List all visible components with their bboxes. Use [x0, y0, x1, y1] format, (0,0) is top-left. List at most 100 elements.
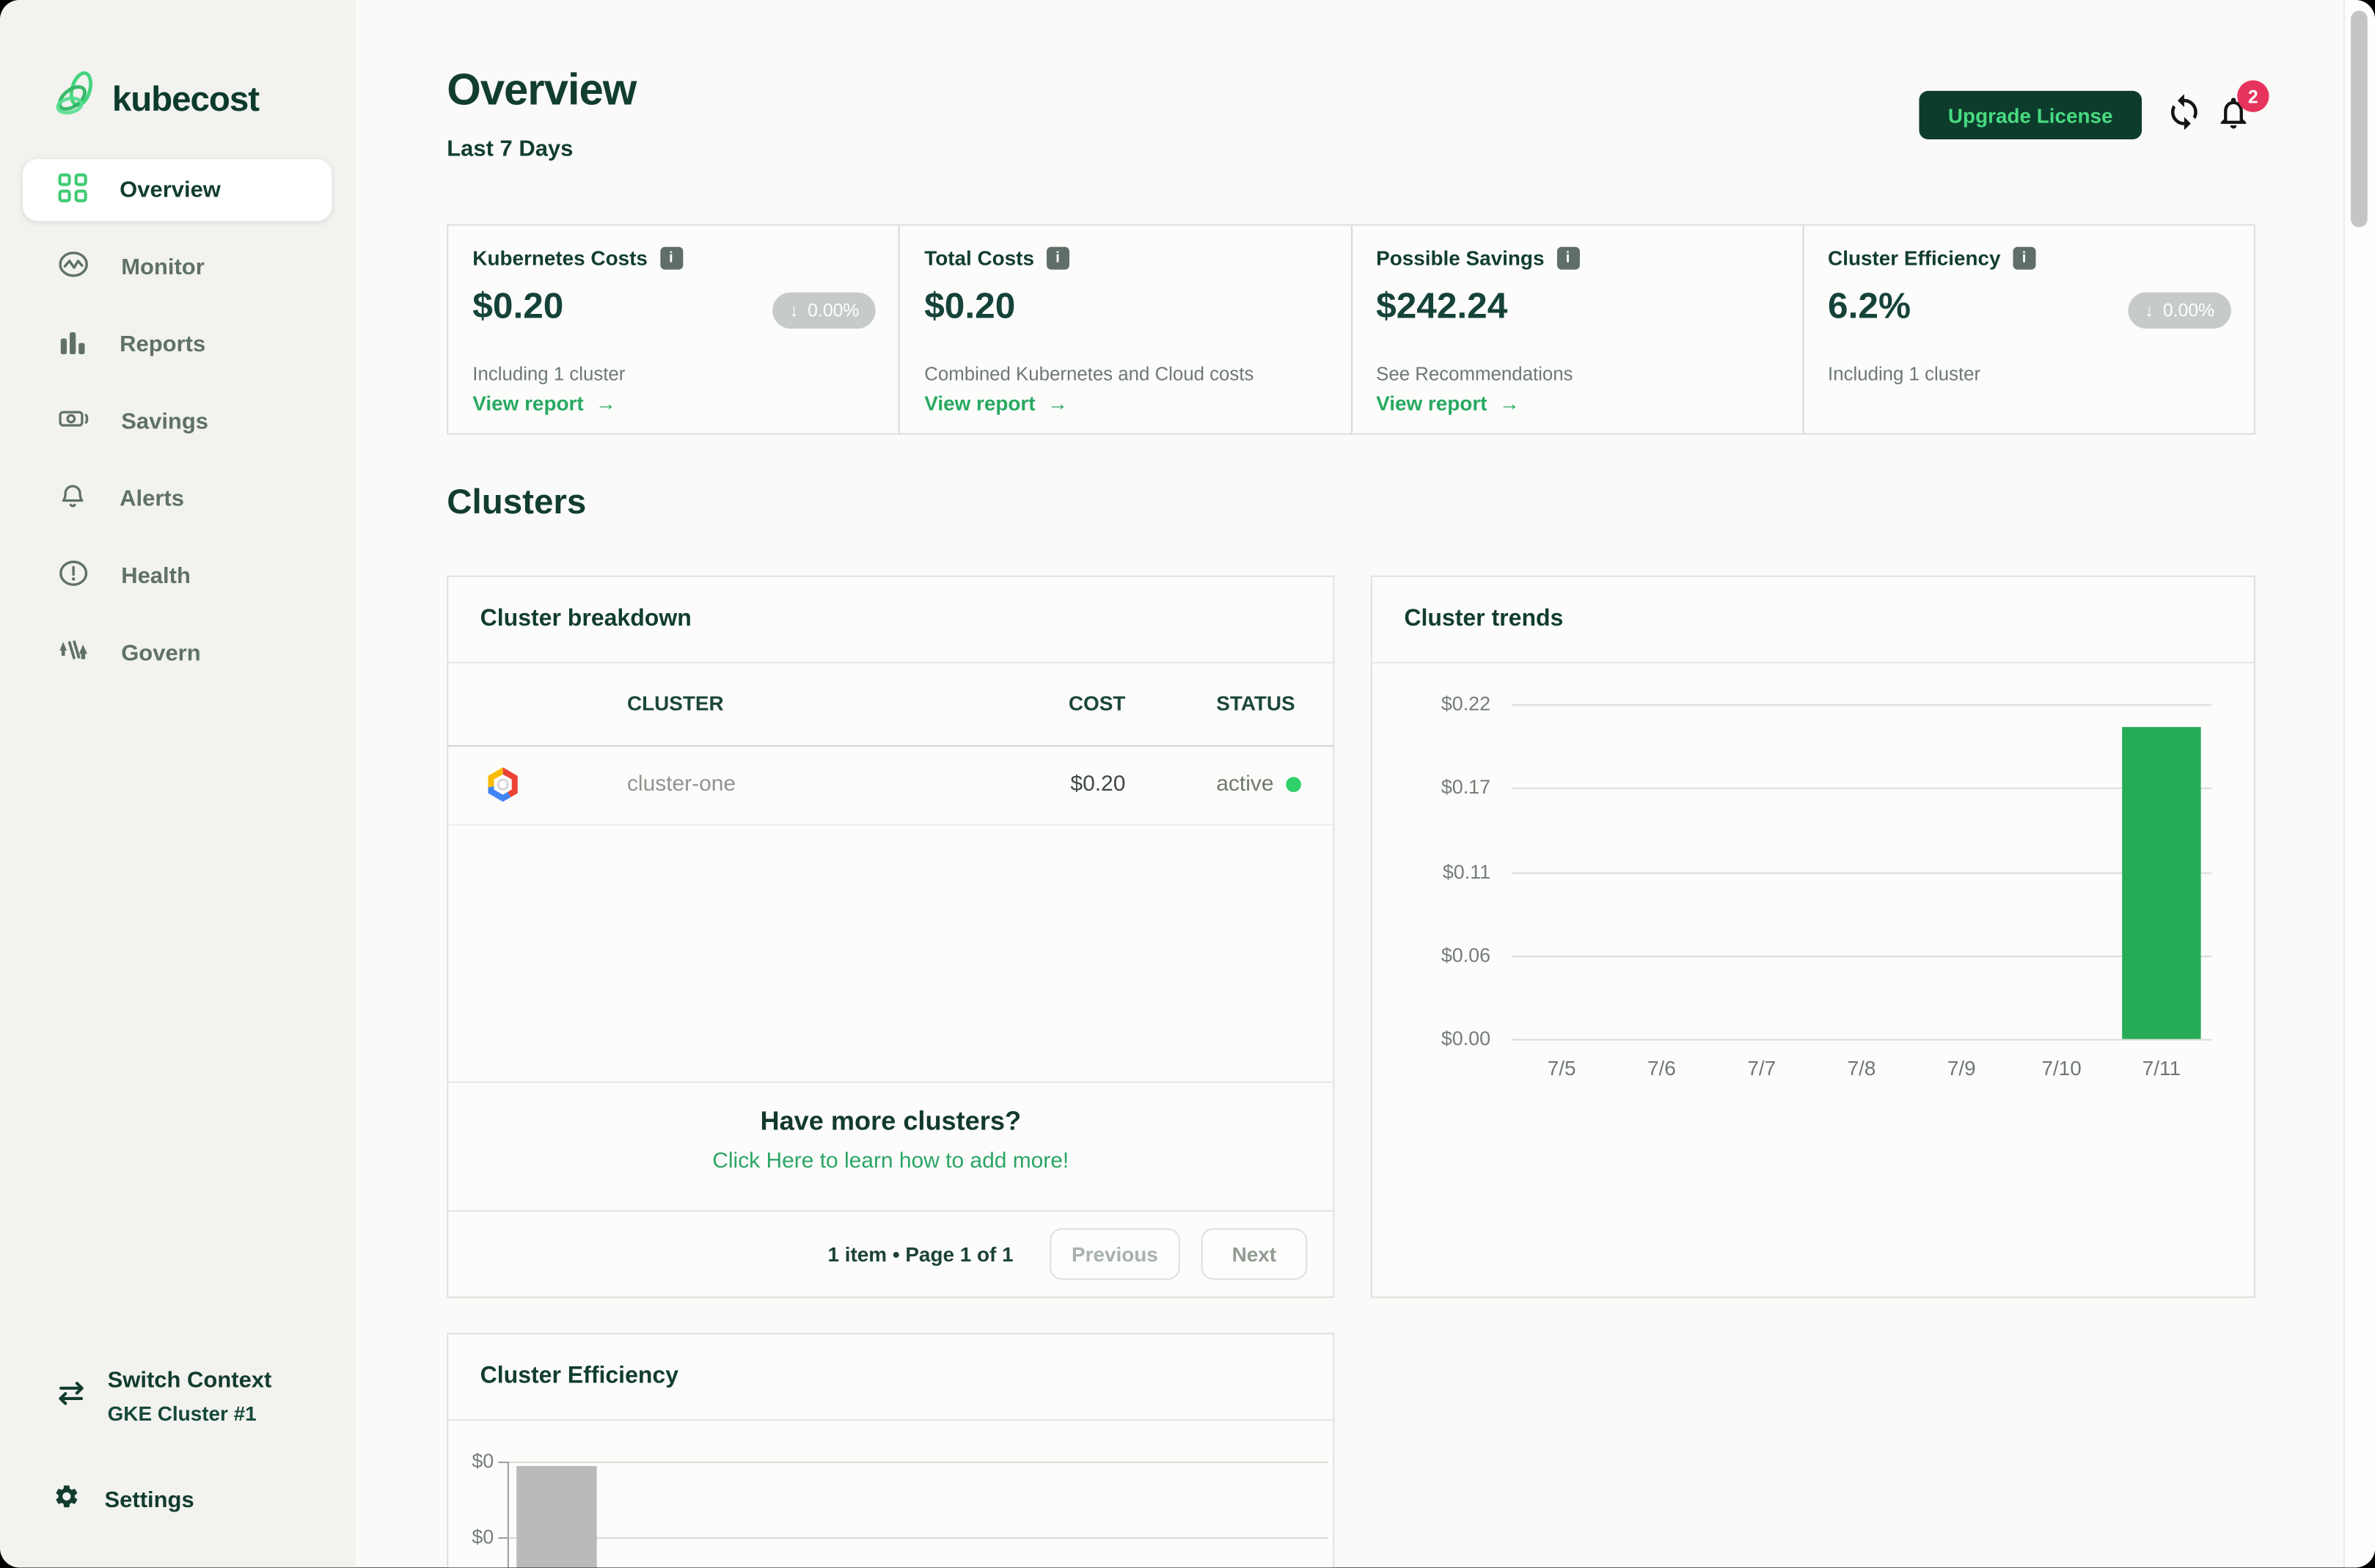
- sidebar-item-monitor[interactable]: Monitor: [23, 236, 332, 298]
- previous-page-button[interactable]: Previous: [1050, 1228, 1180, 1281]
- grid-icon: [57, 172, 87, 208]
- upgrade-license-button[interactable]: Upgrade License: [1919, 90, 2142, 139]
- status-active-dot: [1286, 777, 1301, 793]
- stat-card-total-costs: Total Costs i $0.20 Combined Kubernetes …: [899, 225, 1350, 433]
- kubecost-logo-icon: [54, 70, 100, 129]
- bell-icon: [57, 480, 87, 519]
- kubecost-logo[interactable]: kubecost: [54, 70, 260, 129]
- cluster-status-cell: active: [1216, 772, 1301, 796]
- next-page-button[interactable]: Next: [1201, 1228, 1308, 1281]
- sidebar-item-label: Monitor: [121, 254, 205, 281]
- sidebar-item-alerts[interactable]: Alerts: [23, 468, 332, 530]
- x-axis-tick-label: 7/10: [2041, 1057, 2082, 1080]
- stat-card-possible-savings: Possible Savings i $242.24 See Recommend…: [1350, 225, 1802, 433]
- gridline: [1511, 704, 2212, 706]
- add-clusters-prompt: Have more clusters? Click Here to learn …: [448, 1081, 1333, 1210]
- stat-subtitle: Combined Kubernetes and Cloud costs: [924, 363, 1254, 385]
- right-arrow-icon: →: [596, 392, 617, 415]
- settings-label: Settings: [104, 1487, 194, 1514]
- sidebar-item-health[interactable]: Health: [23, 545, 332, 607]
- clusters-section-heading: Clusters: [447, 481, 587, 521]
- sidebar: kubecost Overview Monitor Reports Saving…: [0, 0, 356, 1568]
- scrollbar-track[interactable]: [2343, 0, 2375, 1568]
- efficiency-bar[interactable]: [516, 1466, 597, 1568]
- bar-chart-icon: [57, 326, 87, 363]
- sidebar-item-settings[interactable]: Settings: [53, 1483, 194, 1517]
- sidebar-item-overview[interactable]: Overview: [22, 158, 332, 221]
- add-clusters-link[interactable]: Click Here to learn how to add more!: [448, 1149, 1333, 1173]
- gear-icon: [53, 1483, 80, 1517]
- sidebar-item-savings[interactable]: Savings: [23, 391, 332, 453]
- info-icon[interactable]: i: [659, 246, 683, 270]
- right-arrow-icon: →: [1047, 392, 1068, 415]
- cluster-trends-title: Cluster trends: [1372, 577, 2254, 664]
- stat-value: $0.20: [924, 286, 1016, 328]
- x-axis-tick-label: 7/6: [1647, 1057, 1676, 1080]
- sidebar-item-label: Govern: [121, 640, 201, 667]
- gridline: [1511, 871, 2212, 873]
- stat-subtitle: See Recommendations: [1376, 363, 1573, 385]
- cluster-trends-card: Cluster trends $0.22 $0.17 $0.11 $0.06 $0.00…: [1370, 575, 2255, 1298]
- view-report-link[interactable]: View report →: [924, 392, 1068, 415]
- stat-cards-row: Kubernetes Costs i $0.20 ↓ 0.00% Includi…: [447, 224, 2255, 435]
- cluster-breakdown-title: Cluster breakdown: [448, 577, 1333, 664]
- info-icon[interactable]: i: [2013, 246, 2036, 270]
- switch-context-title: Switch Context: [107, 1367, 272, 1393]
- stat-value: 6.2%: [1828, 286, 1911, 328]
- sidebar-item-label: Alerts: [120, 486, 184, 513]
- cluster-efficiency-card: Cluster Efficiency $0 $0: [447, 1333, 1335, 1568]
- switch-context[interactable]: Switch Context GKE Cluster #1: [54, 1368, 271, 1425]
- pagination-bar: 1 item • Page 1 of 1 Previous Next: [448, 1210, 1333, 1297]
- y-axis-tick-label: $0: [472, 1524, 494, 1547]
- y-axis-tick: [498, 1461, 508, 1463]
- sidebar-item-reports[interactable]: Reports: [23, 313, 332, 375]
- notification-count-badge: 2: [2237, 80, 2269, 112]
- stat-card-kubernetes-costs: Kubernetes Costs i $0.20 ↓ 0.00% Includi…: [448, 226, 899, 433]
- x-axis-tick-label: 7/11: [2142, 1057, 2181, 1080]
- monitor-pulse-icon: [57, 249, 89, 287]
- logo-wordmark: kubecost: [111, 78, 260, 119]
- stat-title: Cluster Efficiency: [1828, 246, 2001, 270]
- column-header-status: STATUS: [1216, 692, 1295, 715]
- trend-badge: ↓ 0.00%: [2128, 292, 2231, 329]
- scrollbar-thumb[interactable]: [2351, 10, 2368, 227]
- cluster-efficiency-title: Cluster Efficiency: [448, 1334, 1333, 1421]
- column-header-cost: COST: [1068, 692, 1126, 715]
- cluster-name-cell: cluster-one: [626, 772, 736, 797]
- trend-badge: ↓ 0.00%: [772, 292, 877, 329]
- gridline: [507, 1536, 1329, 1539]
- gcp-provider-icon: [483, 765, 523, 812]
- sidebar-item-label: Savings: [121, 409, 209, 435]
- x-axis-tick-label: 7/8: [1847, 1057, 1876, 1080]
- swap-arrows-icon: [54, 1380, 87, 1425]
- sidebar-item-label: Overview: [120, 177, 221, 203]
- table-row[interactable]: cluster-one $0.20 active: [448, 747, 1333, 826]
- y-axis-tick-label: $0.11: [1442, 859, 1491, 882]
- stat-card-cluster-efficiency: Cluster Efficiency i 6.2% ↓ 0.00% Includ…: [1801, 225, 2254, 433]
- y-axis-tick-label: $0.17: [1441, 775, 1491, 799]
- current-context-label: GKE Cluster #1: [107, 1402, 257, 1426]
- sidebar-item-label: Reports: [120, 331, 206, 358]
- cluster-cost-cell: $0.20: [1070, 772, 1126, 797]
- info-icon[interactable]: i: [1556, 246, 1579, 270]
- view-report-link[interactable]: View report →: [1376, 392, 1520, 415]
- sidebar-nav: Overview Monitor Reports Savings Alerts …: [22, 158, 332, 700]
- refresh-icon[interactable]: [2164, 92, 2204, 139]
- view-report-link[interactable]: View report →: [472, 392, 616, 415]
- table-empty-space: [448, 825, 1333, 1081]
- sidebar-item-label: Health: [121, 563, 191, 590]
- sidebar-item-govern[interactable]: Govern: [23, 623, 332, 685]
- stat-title: Total Costs: [924, 246, 1034, 270]
- health-alert-icon: [57, 557, 89, 596]
- down-arrow-icon: ↓: [2145, 299, 2154, 321]
- pagination-summary: 1 item • Page 1 of 1: [827, 1242, 1014, 1266]
- info-icon[interactable]: i: [1046, 246, 1069, 270]
- gridline: [507, 1461, 1329, 1463]
- cluster-breakdown-card: Cluster breakdown CLUSTER COST STATUS cl…: [447, 575, 1335, 1298]
- trends-bar-7-11[interactable]: [2122, 727, 2201, 1039]
- table-header-row: CLUSTER COST STATUS: [448, 664, 1333, 747]
- page-title: Overview: [447, 66, 637, 115]
- money-icon: [57, 403, 89, 441]
- govern-icon: [57, 634, 89, 673]
- gridline: [1511, 788, 2212, 790]
